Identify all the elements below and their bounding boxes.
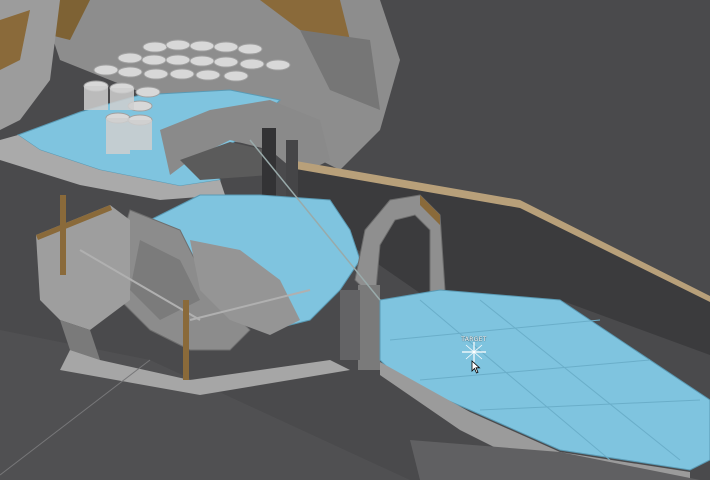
barrel [135,86,161,98]
barrel [165,39,191,51]
barrel [117,66,143,78]
barrel [223,70,249,82]
barrel-body [84,86,108,110]
wooden-post [183,300,189,380]
wooden-post [60,195,66,275]
target-crosshair-icon [462,342,486,362]
mouse-cursor-icon [471,360,481,374]
barrel [117,52,143,64]
barrel [239,58,265,70]
barrel [143,68,169,80]
barrel [141,54,167,66]
barrel-body [110,88,134,110]
arch-post-shadow [340,290,360,360]
target-marker[interactable]: TARGET [452,336,496,378]
barrel [142,41,168,53]
barrel [213,41,239,53]
barrel [189,40,215,52]
barrel [93,64,119,76]
level-geometry-view[interactable] [0,0,710,480]
barrel [213,56,239,68]
barrel [237,43,263,55]
left-wall-box [36,205,130,330]
arch-post [358,285,380,370]
barrel-body [106,118,130,154]
barrel [195,69,221,81]
3d-viewport[interactable]: TARGET [0,0,710,480]
barrel [189,55,215,67]
barrel [169,68,195,80]
barrel [165,54,191,66]
barrel [265,59,291,71]
barrel-body [128,120,152,150]
